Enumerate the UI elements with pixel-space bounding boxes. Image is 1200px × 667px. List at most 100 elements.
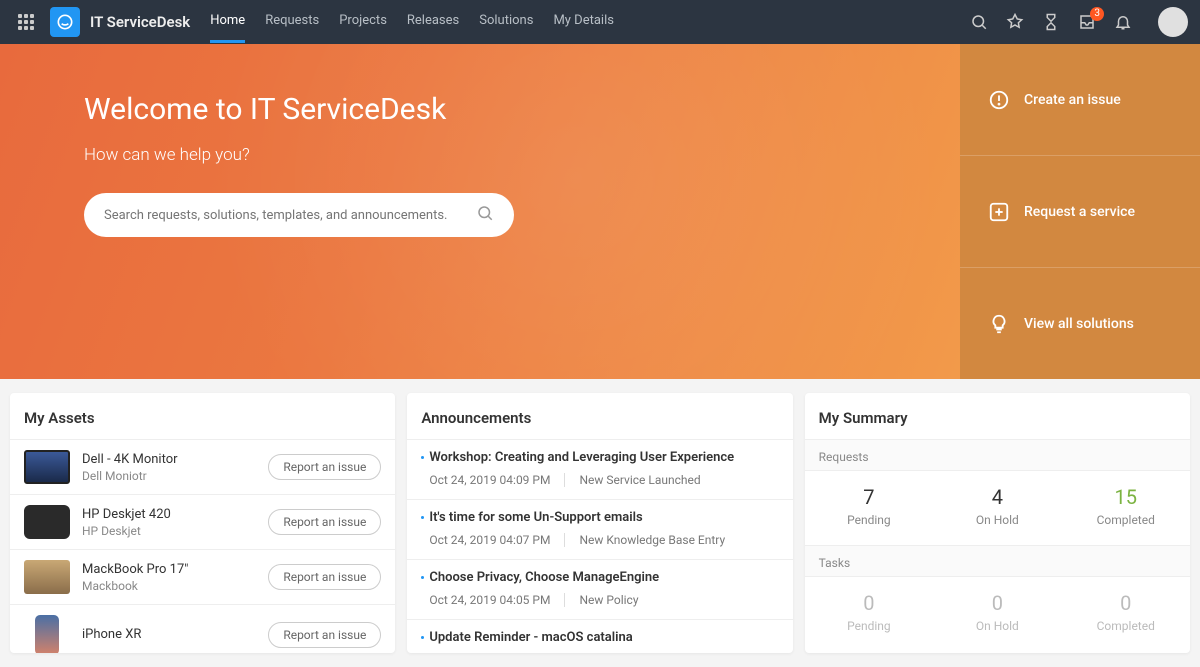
asset-name: iPhone XR <box>82 627 256 642</box>
asset-info: MackBook Pro 17" Mackbook <box>82 562 256 593</box>
nav-requests[interactable]: Requests <box>265 1 319 43</box>
report-issue-button[interactable]: Report an issue <box>268 622 381 648</box>
request-service-button[interactable]: Request a service <box>960 156 1200 268</box>
stat-pending[interactable]: 0 Pending <box>805 591 933 633</box>
announcement-row[interactable]: It's time for some Un-Support emails Oct… <box>407 499 792 559</box>
announcement-meta: Oct 24, 2019 04:05 PM New Policy <box>421 593 778 607</box>
main-nav: Home Requests Projects Releases Solution… <box>210 1 614 43</box>
create-issue-button[interactable]: Create an issue <box>960 44 1200 156</box>
plus-square-icon <box>988 201 1010 223</box>
announcement-title: Choose Privacy, Choose ManageEngine <box>421 570 778 585</box>
report-issue-button[interactable]: Report an issue <box>268 509 381 535</box>
announcement-row[interactable]: Choose Privacy, Choose ManageEngine Oct … <box>407 559 792 619</box>
announcement-meta: Oct 24, 2019 04:07 PM New Knowledge Base… <box>421 533 778 547</box>
asset-name: MackBook Pro 17" <box>82 562 256 577</box>
stat-number: 0 <box>805 591 933 615</box>
asset-row: MackBook Pro 17" Mackbook Report an issu… <box>10 549 395 604</box>
alert-circle-icon <box>988 89 1010 111</box>
search-submit-icon[interactable] <box>476 204 494 226</box>
asset-row: iPhone XR Report an issue <box>10 604 395 653</box>
assets-list[interactable]: Dell - 4K Monitor Dell Moniotr Report an… <box>10 439 395 653</box>
asset-thumbnail <box>24 450 70 484</box>
assets-title: My Assets <box>10 393 395 439</box>
request-service-label: Request a service <box>1024 204 1135 220</box>
asset-info: iPhone XR <box>82 627 256 644</box>
pin-icon[interactable] <box>1006 13 1024 31</box>
announcement-date: Oct 24, 2019 04:05 PM <box>429 593 565 607</box>
avatar[interactable] <box>1158 7 1188 37</box>
stat-label: Completed <box>1062 513 1190 527</box>
hero-actions: Create an issue Request a service View a… <box>960 44 1200 379</box>
hourglass-icon[interactable] <box>1042 13 1060 31</box>
hero: Welcome to IT ServiceDesk How can we hel… <box>0 44 1200 379</box>
hero-title: Welcome to IT ServiceDesk <box>84 92 960 127</box>
stat-label: Pending <box>805 513 933 527</box>
stat-label: Pending <box>805 619 933 633</box>
announcement-title: Update Reminder - macOS catalina <box>421 630 778 645</box>
search-bar[interactable] <box>84 193 514 237</box>
announcement-row[interactable]: Update Reminder - macOS catalina <box>407 619 792 653</box>
announcement-date: Oct 24, 2019 04:09 PM <box>429 473 565 487</box>
announcement-row[interactable]: Workshop: Creating and Leveraging User E… <box>407 439 792 499</box>
asset-row: Dell - 4K Monitor Dell Moniotr Report an… <box>10 439 395 494</box>
announcement-tag: New Service Launched <box>579 473 700 487</box>
asset-thumbnail <box>24 560 70 594</box>
top-bar: IT ServiceDesk Home Requests Projects Re… <box>0 0 1200 44</box>
lightbulb-icon <box>988 313 1010 335</box>
stat-label: Completed <box>1062 619 1190 633</box>
announcements-title: Announcements <box>407 393 792 439</box>
report-issue-button[interactable]: Report an issue <box>268 454 381 480</box>
asset-sub: Mackbook <box>82 579 256 593</box>
top-icons: 3 <box>970 7 1188 37</box>
my-summary-panel: My Summary Requests 7 Pending 4 On Hold … <box>805 393 1190 653</box>
asset-info: HP Deskjet 420 HP Deskjet <box>82 507 256 538</box>
stat-number: 15 <box>1062 485 1190 509</box>
report-issue-button[interactable]: Report an issue <box>268 564 381 590</box>
hero-content: Welcome to IT ServiceDesk How can we hel… <box>0 44 960 379</box>
search-input[interactable] <box>104 208 476 223</box>
requests-stats: 7 Pending 4 On Hold 15 Completed <box>805 471 1190 545</box>
nav-mydetails[interactable]: My Details <box>553 1 614 43</box>
create-issue-label: Create an issue <box>1024 92 1121 108</box>
apps-menu-icon[interactable] <box>12 8 40 36</box>
stat-pending[interactable]: 7 Pending <box>805 485 933 527</box>
brand-title: IT ServiceDesk <box>90 13 190 31</box>
dashboard: My Assets Dell - 4K Monitor Dell Moniotr… <box>0 379 1200 667</box>
asset-name: HP Deskjet 420 <box>82 507 256 522</box>
tasks-stats: 0 Pending 0 On Hold 0 Completed <box>805 577 1190 651</box>
bell-icon[interactable] <box>1114 13 1132 31</box>
tasks-section-label: Tasks <box>805 545 1190 577</box>
announcement-title: It's time for some Un-Support emails <box>421 510 778 525</box>
announcement-meta: Oct 24, 2019 04:09 PM New Service Launch… <box>421 473 778 487</box>
stat-label: On Hold <box>933 513 1061 527</box>
announcement-tag: New Policy <box>579 593 638 607</box>
search-icon[interactable] <box>970 13 988 31</box>
asset-thumbnail <box>24 505 70 539</box>
nav-releases[interactable]: Releases <box>407 1 459 43</box>
stat-number: 0 <box>933 591 1061 615</box>
stat-number: 4 <box>933 485 1061 509</box>
view-solutions-button[interactable]: View all solutions <box>960 268 1200 379</box>
nav-home[interactable]: Home <box>210 1 245 43</box>
asset-sub: HP Deskjet <box>82 524 256 538</box>
view-solutions-label: View all solutions <box>1024 316 1134 332</box>
announcement-title: Workshop: Creating and Leveraging User E… <box>421 450 778 465</box>
stat-number: 0 <box>1062 591 1190 615</box>
requests-section-label: Requests <box>805 439 1190 471</box>
announcements-list[interactable]: Workshop: Creating and Leveraging User E… <box>407 439 792 653</box>
stat-completed[interactable]: 15 Completed <box>1062 485 1190 527</box>
announcement-tag: New Knowledge Base Entry <box>579 533 725 547</box>
announcement-date: Oct 24, 2019 04:07 PM <box>429 533 565 547</box>
inbox-icon[interactable]: 3 <box>1078 13 1096 31</box>
hero-subtitle: How can we help you? <box>84 145 960 165</box>
asset-thumbnail <box>35 615 59 653</box>
app-logo[interactable] <box>50 7 80 37</box>
asset-sub: Dell Moniotr <box>82 469 256 483</box>
nav-solutions[interactable]: Solutions <box>479 1 533 43</box>
stat-completed[interactable]: 0 Completed <box>1062 591 1190 633</box>
stat-label: On Hold <box>933 619 1061 633</box>
notification-badge: 3 <box>1090 7 1104 21</box>
stat-onhold[interactable]: 4 On Hold <box>933 485 1061 527</box>
stat-onhold[interactable]: 0 On Hold <box>933 591 1061 633</box>
nav-projects[interactable]: Projects <box>339 1 387 43</box>
